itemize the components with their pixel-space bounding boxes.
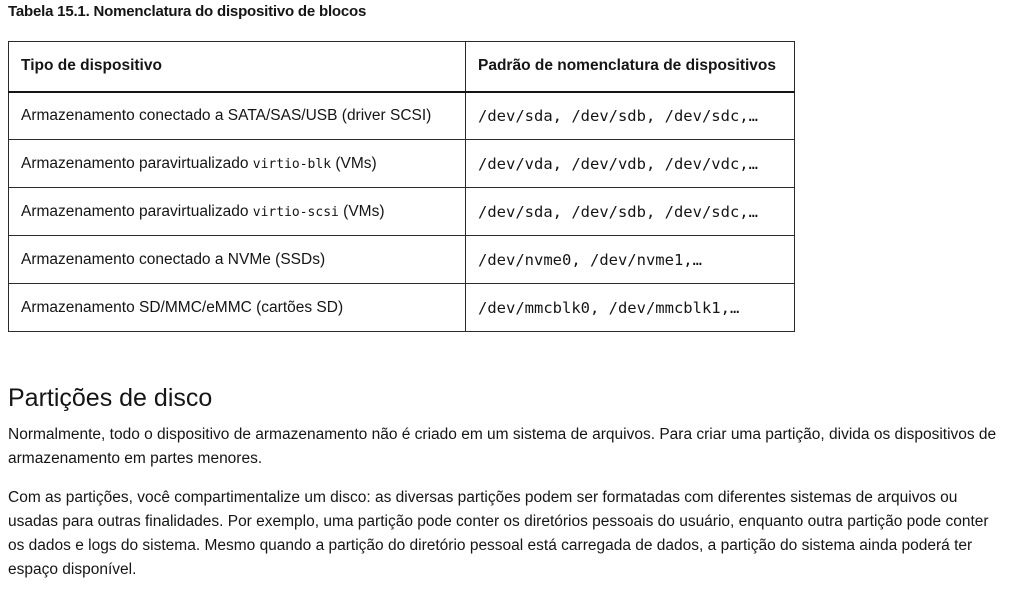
table-caption: Tabela 15.1. Nomenclatura do dispositivo… (8, 3, 367, 20)
device-type-cell: Armazenamento paravirtualizado virtio-bl… (8, 139, 466, 188)
device-type-code: virtio-blk (252, 156, 332, 172)
device-type-text: Armazenamento paravirtualizado (21, 154, 253, 172)
device-type-cell: Armazenamento conectado a NVMe (SSDs) (8, 235, 466, 284)
device-type-text: Armazenamento conectado a NVMe (SSDs) (21, 250, 326, 268)
device-type-text: Armazenamento SD/MMC/eMMC (cartões SD) (21, 298, 344, 316)
device-type-suffix: (VMs) (338, 202, 385, 220)
device-type-cell: Armazenamento conectado a SATA/SAS/USB (… (8, 91, 466, 140)
device-type-cell: Armazenamento SD/MMC/eMMC (cartões SD) (8, 283, 466, 332)
device-naming-table: Tipo de dispositivo Padrão de nomenclatu… (8, 41, 795, 332)
device-type-text: Armazenamento paravirtualizado (21, 202, 253, 220)
device-type-code: virtio-scsi (252, 204, 339, 220)
table-row: Armazenamento paravirtualizado virtio-sc… (8, 187, 795, 236)
device-type-text: Armazenamento conectado a SATA/SAS/USB (… (21, 106, 432, 124)
naming-pattern-cell: /dev/sda, /dev/sdb, /dev/sdc,… (465, 91, 795, 140)
column-header-naming-pattern: Padrão de nomenclatura de dispositivos (465, 41, 795, 93)
table-row: Armazenamento conectado a NVMe (SSDs) /d… (8, 235, 795, 284)
naming-pattern-cell: /dev/nvme0, /dev/nvme1,… (465, 235, 795, 284)
table-row: Armazenamento paravirtualizado virtio-bl… (8, 139, 795, 188)
table-row: Armazenamento SD/MMC/eMMC (cartões SD) /… (8, 283, 795, 332)
naming-pattern-cell: /dev/sda, /dev/sdb, /dev/sdc,… (465, 187, 795, 236)
table-header-row: Tipo de dispositivo Padrão de nomenclatu… (8, 41, 795, 93)
paragraph: Com as partições, você compartimentalize… (8, 489, 989, 578)
device-type-cell: Armazenamento paravirtualizado virtio-sc… (8, 187, 466, 236)
column-header-device-type: Tipo de dispositivo (8, 41, 466, 93)
table-row: Armazenamento conectado a SATA/SAS/USB (… (8, 91, 795, 140)
naming-pattern-cell: /dev/vda, /dev/vdb, /dev/vdc,… (465, 139, 795, 188)
naming-pattern-cell: /dev/mmcblk0, /dev/mmcblk1,… (465, 283, 795, 332)
device-type-suffix: (VMs) (331, 154, 377, 172)
section-heading: Partições de disco (8, 384, 213, 412)
paragraph: Normalmente, todo o dispositivo de armaz… (8, 426, 997, 467)
